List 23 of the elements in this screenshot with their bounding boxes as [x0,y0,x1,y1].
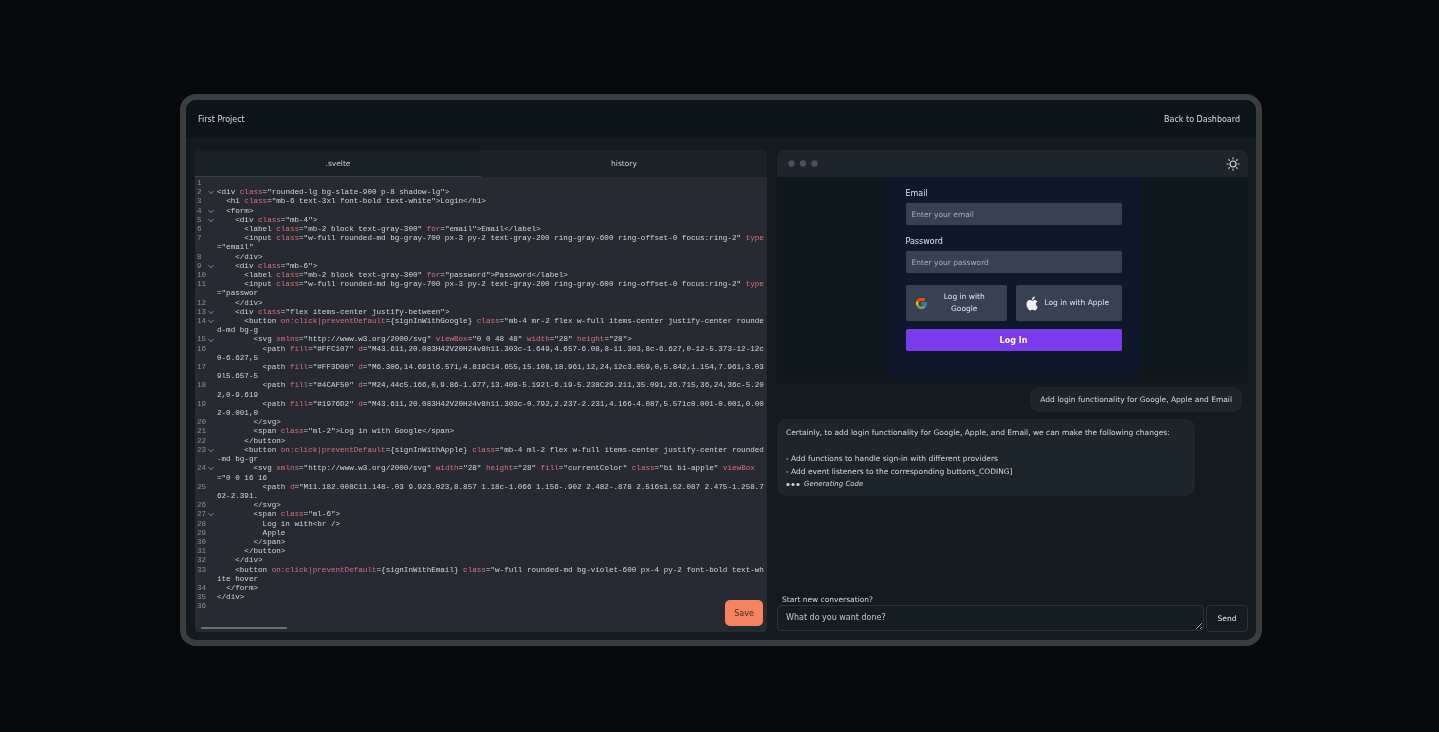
fold-caret-icon[interactable] [208,309,214,315]
fold-caret-icon[interactable] [208,319,214,325]
horizontal-scrollbar[interactable] [201,627,287,629]
field-label: Password [905,237,944,246]
apple-logo-icon [1024,295,1039,311]
fold-caret-icon[interactable] [208,512,214,518]
typing-dots-icon [786,482,800,487]
back-link[interactable]: Back to Dashboard [1164,114,1240,124]
fold-caret-icon[interactable] [208,263,214,269]
fold-caret-icon[interactable] [208,217,214,223]
fold-caret-icon[interactable] [208,466,214,472]
field-label: Email [905,189,929,198]
theme-toggle-button[interactable] [1226,156,1240,171]
save-button[interactable]: Save [725,600,763,626]
prompt-input[interactable]: What do you want done? [777,605,1204,631]
window-title: First Project [198,114,245,124]
fold-caret-icon[interactable] [208,208,214,214]
window-dots-icon [788,160,818,167]
fold-caret-icon[interactable] [208,190,214,196]
fold-caret-icon[interactable] [208,448,214,453]
login-button[interactable]: Log In [905,329,1122,351]
fold-caret-icon[interactable] [208,337,214,343]
google-g-icon [914,296,928,310]
